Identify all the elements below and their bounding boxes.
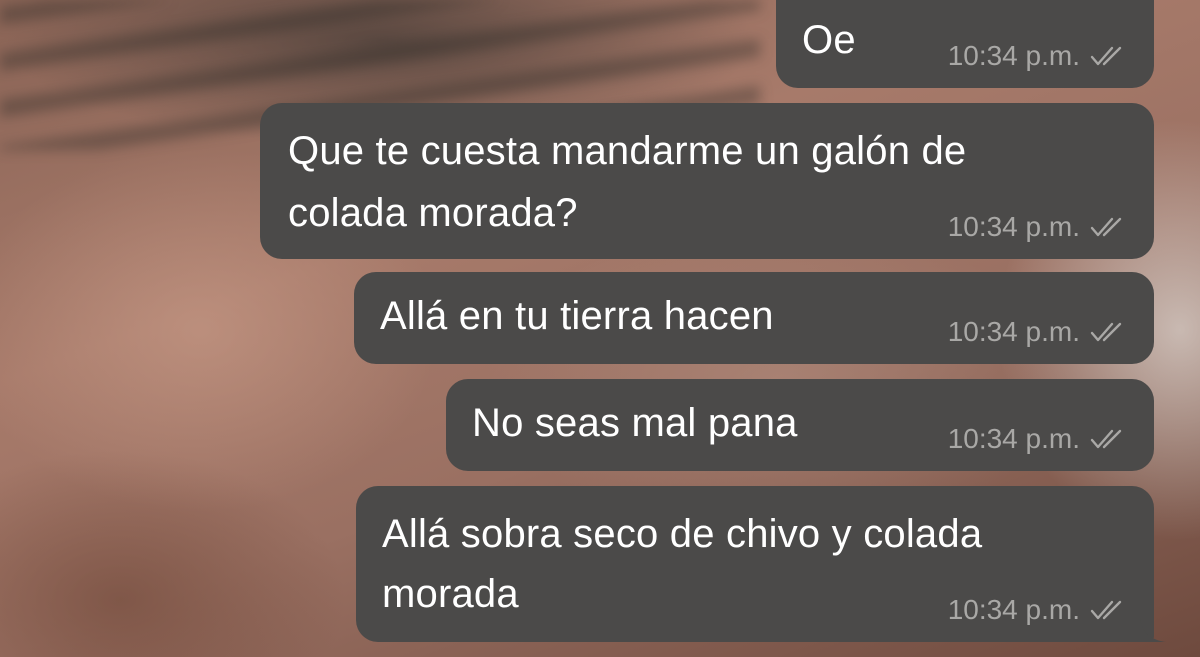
- message-bubble[interactable]: Que te cuesta mandarme un galón de colad…: [260, 103, 1154, 259]
- double-check-icon: [1090, 322, 1122, 342]
- message-text: No seas mal pana: [472, 401, 798, 445]
- message-text: Allá en tu tierra hacen: [380, 294, 774, 338]
- double-check-icon: [1090, 600, 1122, 620]
- message-text: Oe: [802, 18, 856, 62]
- message-text-line-1: Allá sobra seco de chivo y colada: [382, 512, 983, 556]
- double-check-icon: [1090, 217, 1122, 237]
- message-meta: 10:34 p.m.: [948, 424, 1128, 454]
- message-time: 10:34 p.m.: [947, 594, 1080, 625]
- double-check-icon: [1090, 46, 1122, 66]
- bubble-tail-icon: [1140, 618, 1166, 642]
- message-text-line-1: Que te cuesta mandarme un galón de: [288, 129, 967, 173]
- message-meta: 10:34 p.m.: [948, 212, 1128, 242]
- message-bubble[interactable]: Allá sobra seco de chivo y colada morada…: [356, 486, 1166, 642]
- chat-thread[interactable]: Oe 10:34 p.m. Que te cuesta mandarme un …: [0, 0, 1200, 657]
- message-meta: 10:34 p.m.: [948, 41, 1128, 71]
- message-time: 10:34 p.m.: [947, 423, 1080, 454]
- message-meta: 10:34 p.m.: [948, 317, 1128, 347]
- message-bubble[interactable]: Allá en tu tierra hacen 10:34 p.m.: [354, 272, 1154, 364]
- message-time: 10:34 p.m.: [947, 211, 1080, 242]
- message-bubble[interactable]: No seas mal pana 10:34 p.m.: [446, 379, 1154, 471]
- message-time: 10:34 p.m.: [947, 40, 1080, 71]
- message-meta: 10:34 p.m.: [948, 595, 1128, 625]
- message-text-line-2: colada morada?: [288, 191, 578, 235]
- double-check-icon: [1090, 429, 1122, 449]
- message-time: 10:34 p.m.: [947, 316, 1080, 347]
- message-text-line-2: morada: [382, 572, 519, 616]
- message-bubble[interactable]: Oe 10:34 p.m.: [776, 0, 1154, 88]
